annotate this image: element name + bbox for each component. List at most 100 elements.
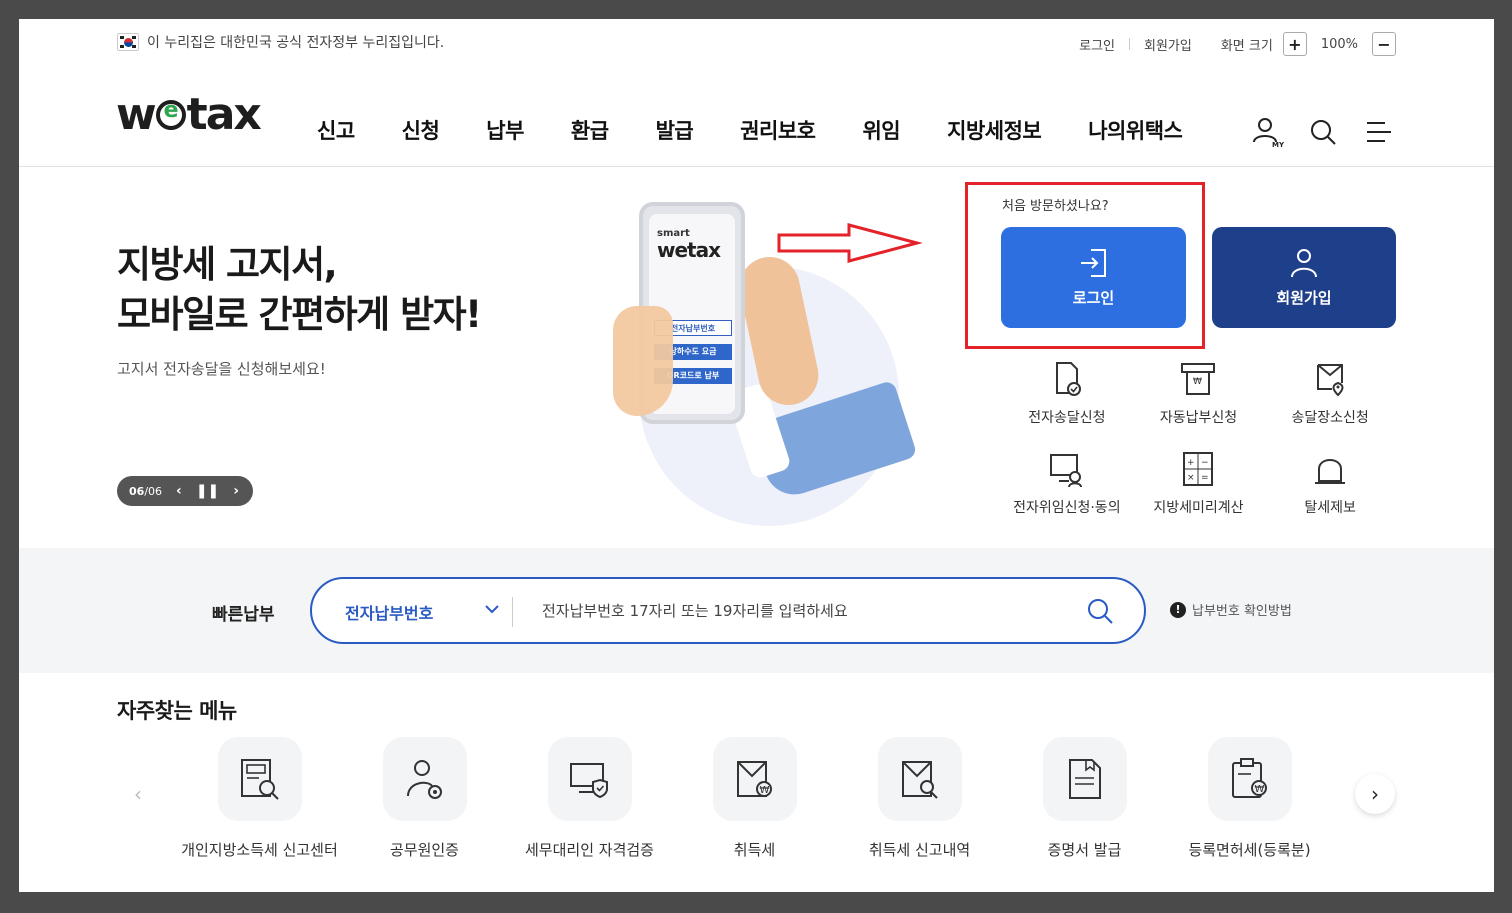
icon-tile	[877, 737, 962, 821]
frequent-item-acquisition-history[interactable]: 취득세 신고내역	[837, 737, 1002, 860]
nav-item-rights[interactable]: 권리보호	[740, 115, 816, 145]
slide-total: 06	[148, 484, 163, 498]
svg-text:MY: MY	[1272, 141, 1284, 149]
frequent-item-label: 개인지방소득세 신고센터	[181, 841, 338, 859]
page: 이 누리집은 대한민국 공식 전자정부 누리집입니다. 로그인 회원가입 화면 …	[19, 19, 1494, 892]
phone-logo: wetax	[657, 238, 721, 262]
svg-text:=: =	[1201, 473, 1209, 483]
slide-next-icon[interactable]: ›	[233, 483, 239, 499]
main-header: w tax 신고 신청 납부 환급 발급 권리보호 위임 지방세정보 나의위택스…	[19, 67, 1494, 167]
carousel-prev-button[interactable]: ‹	[118, 774, 158, 814]
frequent-item-acquisition-tax[interactable]: ₩ 취득세	[672, 737, 837, 860]
monitor-shield-icon	[569, 763, 608, 799]
user-icon	[1291, 249, 1317, 278]
payment-number-input[interactable]	[524, 593, 1064, 629]
quick-link-e-delivery[interactable]: 전자송달신청	[1001, 359, 1133, 427]
svg-text:₩: ₩	[759, 785, 769, 796]
quick-link-label: 지방세미리계산	[1153, 500, 1244, 516]
quick-link-tax-evasion-report[interactable]: 탈세제보	[1264, 449, 1396, 517]
nav-item-issue[interactable]: 발급	[656, 115, 694, 145]
frequent-item-certificate-issue[interactable]: 증명서 발급	[1002, 737, 1167, 860]
chevron-down-icon[interactable]	[484, 601, 500, 617]
calculator-icon: + − × =	[1183, 452, 1214, 486]
envelope-won-icon: ₩	[736, 761, 772, 797]
quick-pay-box: 전자납부번호	[310, 577, 1146, 644]
quick-link-e-delegation[interactable]: 전자위임신청·동의	[1001, 449, 1133, 517]
login-icon	[1080, 249, 1106, 277]
zoom-in-button[interactable]: +	[1282, 32, 1307, 56]
join-button[interactable]: 회원가입	[1212, 227, 1396, 328]
pay-type-select[interactable]: 전자납부번호	[345, 600, 433, 624]
frequent-menu-list: 개인지방소득세 신고센터 공무원인증 세무대리인 자격검증 ₩ 취득세 취득세 …	[177, 737, 1332, 860]
divider	[1129, 38, 1130, 50]
svg-text:×: ×	[1187, 473, 1195, 483]
hero-title: 지방세 고지서, 모바일로 간편하게 받자!	[117, 240, 482, 340]
login-button-label: 로그인	[1072, 289, 1115, 307]
icon-tile	[547, 737, 632, 821]
help-text: 납부번호 확인방법	[1192, 604, 1292, 619]
icon-tile: ₩	[1207, 737, 1292, 821]
nav-item-refund[interactable]: 환급	[571, 115, 609, 145]
envelope-search-icon	[901, 761, 938, 799]
quick-link-label: 전자송달신청	[1028, 410, 1106, 426]
zoom-out-button[interactable]: −	[1372, 32, 1396, 56]
frequent-item-label: 취득세 신고내역	[868, 841, 971, 859]
menu-icon[interactable]	[1362, 115, 1396, 149]
my-page-icon[interactable]: MY	[1250, 115, 1284, 149]
zoom-value: 100%	[1320, 36, 1358, 52]
siren-icon	[1315, 459, 1346, 484]
nav-item-pay[interactable]: 납부	[486, 115, 524, 145]
svg-text:−: −	[1201, 458, 1209, 468]
quick-link-label: 탈세제보	[1304, 500, 1356, 516]
certificate-icon	[1068, 759, 1101, 799]
login-button[interactable]: 로그인	[1001, 227, 1186, 328]
search-icon[interactable]	[1306, 115, 1340, 149]
hero-title-line1: 지방세 고지서,	[117, 243, 338, 286]
frequent-item-registration-license-tax[interactable]: ₩ 등록면허세(등록분)	[1167, 737, 1332, 860]
icon-tile	[217, 737, 302, 821]
info-icon: !	[1170, 601, 1186, 618]
frequent-item-label: 세무대리인 자격검증	[525, 841, 654, 859]
auto-pay-icon: ₩	[1181, 363, 1216, 395]
logo-tax: tax	[186, 89, 262, 140]
icon-tile	[1042, 737, 1127, 821]
frequent-item-income-tax-center[interactable]: 개인지방소득세 신고센터	[177, 737, 342, 860]
first-visit-text: 처음 방문하셨나요?	[1002, 199, 1109, 214]
payment-number-help-link[interactable]: ! 납부번호 확인방법	[1170, 600, 1292, 619]
nav-item-apply[interactable]: 신청	[402, 115, 440, 145]
quick-links: 전자송달신청 ₩ 자동납부신청 송달장소신청 전자위임신청·동의 + − × =…	[1001, 359, 1396, 517]
icon-tile: ₩	[712, 737, 797, 821]
quick-link-label: 자동납부신청	[1159, 410, 1238, 426]
carousel-next-button[interactable]: ›	[1355, 774, 1395, 814]
nav-item-report[interactable]: 신고	[317, 115, 355, 145]
global-nav: 신고 신청 납부 환급 발급 권리보호 위임 지방세정보 나의위택스	[317, 115, 1183, 145]
korea-flag-icon	[117, 33, 139, 51]
nav-item-delegation[interactable]: 위임	[862, 115, 900, 145]
svg-text:+: +	[1187, 458, 1195, 468]
screen-size-label: 화면 크기	[1220, 38, 1273, 54]
slide-current: 06	[129, 484, 145, 498]
top-login-link[interactable]: 로그인	[1079, 35, 1115, 54]
wetax-logo[interactable]: w tax	[116, 89, 262, 140]
search-icon[interactable]	[1086, 597, 1114, 625]
logo-e-mark	[155, 98, 186, 130]
frequent-item-official-auth[interactable]: 공무원인증	[342, 737, 507, 860]
nav-item-local-tax-info[interactable]: 지방세정보	[947, 115, 1042, 145]
frequent-item-label: 취득세	[733, 841, 776, 859]
slide-prev-icon[interactable]: ‹	[176, 483, 182, 499]
slide-pause-icon[interactable]: ❚❚	[196, 483, 219, 499]
top-join-link[interactable]: 회원가입	[1144, 35, 1192, 54]
hero-subtitle: 고지서 전자송달을 신청해보세요!	[117, 360, 326, 378]
quick-link-auto-pay[interactable]: ₩ 자동납부신청	[1133, 359, 1265, 427]
svg-text:₩: ₩	[1254, 784, 1264, 795]
quick-link-pre-calc[interactable]: + − × = 지방세미리계산	[1133, 449, 1265, 517]
gov-notice: 이 누리집은 대한민국 공식 전자정부 누리집입니다.	[117, 32, 444, 52]
quick-link-delivery-place[interactable]: 송달장소신청	[1264, 359, 1396, 427]
nav-item-my-wetax[interactable]: 나의위택스	[1088, 115, 1183, 145]
form-search-icon	[240, 759, 279, 800]
logo-w: w	[116, 89, 157, 140]
join-button-label: 회원가입	[1276, 289, 1332, 307]
frequent-item-tax-agent-verify[interactable]: 세무대리인 자격검증	[507, 737, 672, 860]
fingers-shape	[613, 306, 673, 416]
